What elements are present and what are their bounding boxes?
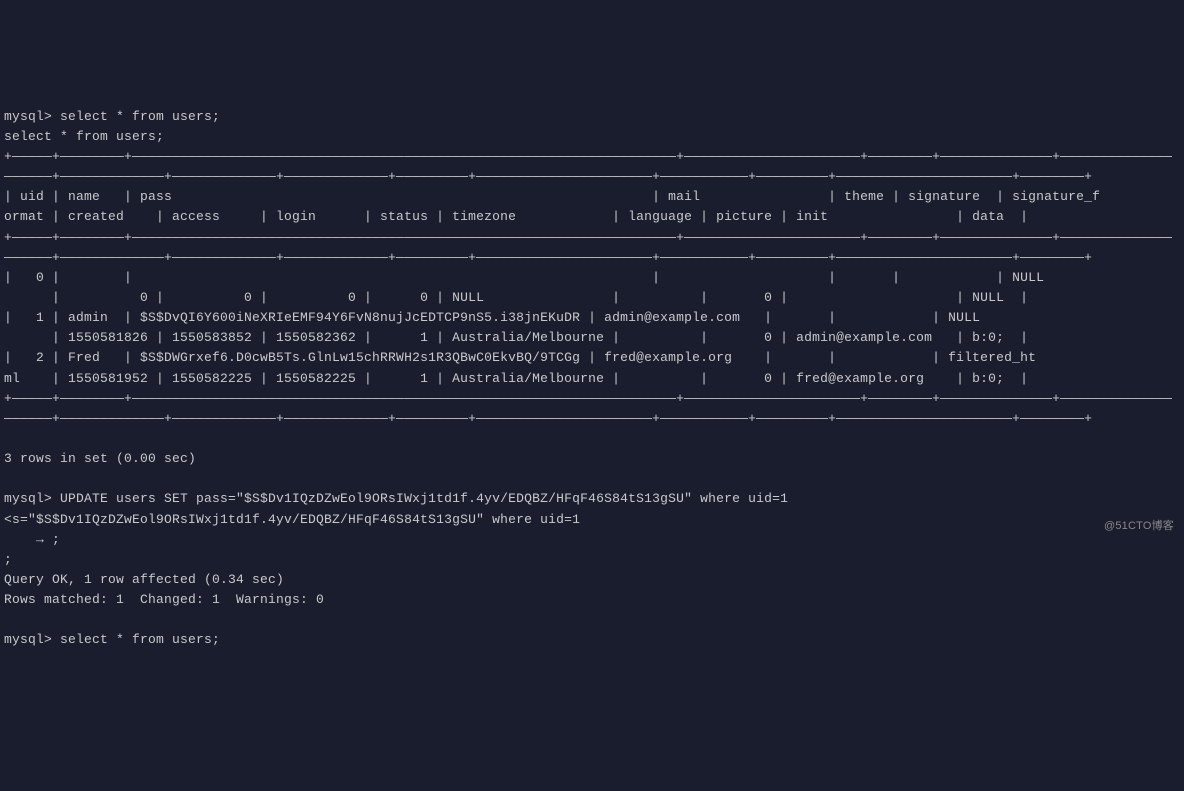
table-row: | 0 | | | | | | NULL xyxy=(4,270,1100,285)
table-border: +—————+————————+————————————————————————… xyxy=(4,391,1172,406)
result-line: Query OK, 1 row affected (0.34 sec) xyxy=(4,572,284,587)
query-line: mysql> select * from users; xyxy=(4,109,220,124)
table-row: ml | 1550581952 | 1550582225 | 155058222… xyxy=(4,371,1028,386)
continuation-line: → ; xyxy=(4,532,60,547)
table-row: | 1550581826 | 1550583852 | 1550582362 |… xyxy=(4,330,1028,345)
table-row: | 2 | Fred | $S$DWGrxef6.D0cwB5Ts.GlnLw1… xyxy=(4,350,1036,365)
semicolon-line: ; xyxy=(4,552,12,567)
table-border: ——————+—————————————+—————————————+—————… xyxy=(4,250,1092,265)
table-border: +—————+————————+————————————————————————… xyxy=(4,149,1172,164)
terminal-output: mysql> select * from users; select * fro… xyxy=(4,87,1180,651)
query-line: mysql> UPDATE users SET pass="$S$Dv1IQzD… xyxy=(4,491,788,506)
table-row: | 1 | admin | $S$DvQI6Y600iNeXRIeEMF94Y6… xyxy=(4,310,1036,325)
echo-line: <s="$S$Dv1IQzDZwEol9ORsIWxj1td1f.4yv/EDQ… xyxy=(4,512,580,527)
table-border: ——————+—————————————+—————————————+—————… xyxy=(4,411,1092,426)
watermark: @51CTO博客 xyxy=(1104,518,1174,535)
table-border: ——————+—————————————+—————————————+—————… xyxy=(4,169,1092,184)
table-border: +—————+————————+————————————————————————… xyxy=(4,230,1172,245)
table-header: | uid | name | pass | mail | theme | sig… xyxy=(4,189,1100,204)
echo-line: select * from users; xyxy=(4,129,164,144)
table-row: | 0 | 0 | 0 | 0 | NULL | | 0 | | NULL | xyxy=(4,290,1028,305)
query-line: mysql> select * from users; xyxy=(4,632,220,647)
table-header: ormat | created | access | login | statu… xyxy=(4,209,1028,224)
row-count: 3 rows in set (0.00 sec) xyxy=(4,451,196,466)
result-line: Rows matched: 1 Changed: 1 Warnings: 0 xyxy=(4,592,324,607)
